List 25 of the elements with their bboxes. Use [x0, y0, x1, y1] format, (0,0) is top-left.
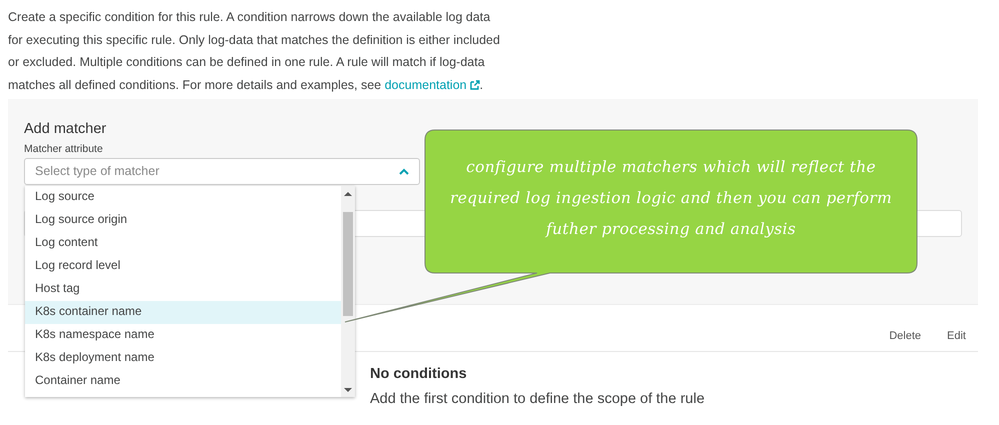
- empty-title: No conditions: [370, 365, 468, 384]
- dropdown-option[interactable]: Host tag: [25, 278, 341, 301]
- description-text: Create a specific condition for this rule. A condition narrows down the available log data for executing this specific rule. Only log-data that matches the definition is either included or excluded. Multiple conditions can be defined in one rule. A rule will match if log-data matches all defined conditions. For more details and examples, see documentation .: [7, 9, 500, 94]
- select-placeholder: Select type of matcher: [35, 163, 160, 180]
- dropdown-option[interactable]: Container name: [25, 370, 341, 393]
- dropdown-option[interactable]: Log source origin: [25, 209, 341, 232]
- dropdown-option[interactable]: K8s container name: [25, 301, 341, 324]
- dropdown-option[interactable]: Log source: [25, 186, 341, 209]
- scroll-up-icon[interactable]: [344, 191, 352, 197]
- callout-text: configure multiple matchers which will reflect the required log ingestion logic and then you can perform futher processing and analysis: [449, 157, 893, 240]
- matcher-select[interactable]: Select type of matcher: [24, 158, 420, 185]
- dropdown-option[interactable]: K8s namespace name: [25, 324, 341, 347]
- scrollbar-thumb[interactable]: [343, 212, 353, 316]
- dropdown-option[interactable]: Log content: [25, 232, 341, 255]
- dropdown-option[interactable]: Log record level: [25, 255, 341, 278]
- panel-title: Add matcher: [24, 120, 106, 139]
- dropdown-option[interactable]: K8s deployment name: [25, 347, 341, 370]
- field-label: Matcher attribute: [24, 142, 103, 156]
- action-button[interactable]: Delete: [875, 328, 934, 344]
- scrollbar[interactable]: [341, 186, 355, 397]
- external-link-icon: [470, 80, 480, 90]
- scroll-down-icon[interactable]: [344, 387, 352, 393]
- chevron-icon: [399, 168, 409, 175]
- empty-text: Add the first condition to define the scope of the rule: [370, 390, 706, 409]
- action-button[interactable]: Edit: [933, 328, 978, 344]
